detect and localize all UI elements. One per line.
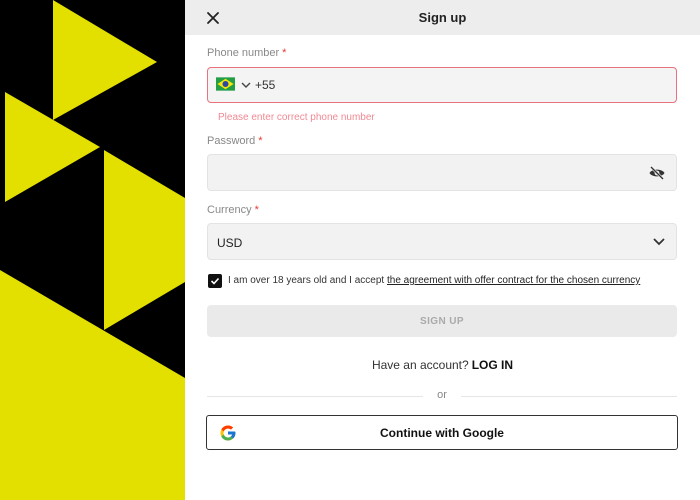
phone-country-code: +55 xyxy=(255,78,276,92)
signup-button[interactable]: SIGN UP xyxy=(207,305,677,337)
agreement-text: I am over 18 years old and I accept the … xyxy=(228,275,640,286)
phone-label-text: Phone number xyxy=(207,47,280,59)
brazil-flag-icon[interactable] xyxy=(216,77,235,91)
login-prompt: Have an account? xyxy=(371,358,469,372)
signup-modal: Sign up Phone number * +55 Please enter c… xyxy=(185,0,700,500)
currency-label-text: Currency xyxy=(207,204,252,216)
google-button-label: Continue with Google xyxy=(380,426,504,440)
or-divider: or xyxy=(207,389,677,401)
password-input[interactable] xyxy=(207,154,677,191)
agreement-statement: I am over 18 years old and I accept xyxy=(228,275,385,286)
agreement-link[interactable]: the agreement with offer contract for th… xyxy=(387,275,640,286)
checkmark-icon xyxy=(210,277,220,285)
decorative-side-panel xyxy=(0,0,185,500)
agreement-checkbox[interactable] xyxy=(208,274,222,288)
required-mark: * xyxy=(254,204,259,216)
login-link[interactable]: LOG IN xyxy=(472,358,513,372)
required-mark: * xyxy=(258,135,263,147)
phone-label: Phone number * xyxy=(207,47,286,59)
currency-selected-value: USD xyxy=(217,236,243,250)
yellow-triangles-graphic xyxy=(0,0,185,500)
required-mark: * xyxy=(282,47,287,59)
modal-title: Sign up xyxy=(418,10,467,25)
phone-input[interactable]: +55 xyxy=(207,67,677,103)
eye-off-icon[interactable] xyxy=(648,165,666,181)
currency-select[interactable]: USD xyxy=(207,223,677,260)
login-prompt-row: Have an account? LOG IN xyxy=(185,358,700,372)
continue-with-google-button[interactable]: Continue with Google xyxy=(206,415,678,450)
phone-error-message: Please enter correct phone number xyxy=(218,112,375,123)
chevron-down-icon[interactable] xyxy=(240,79,252,91)
modal-header: Sign up xyxy=(185,0,700,35)
password-label-text: Password xyxy=(207,135,256,147)
currency-label: Currency * xyxy=(207,204,259,216)
or-text: or xyxy=(437,389,447,401)
password-label: Password * xyxy=(207,135,263,147)
chevron-down-icon xyxy=(653,238,665,246)
